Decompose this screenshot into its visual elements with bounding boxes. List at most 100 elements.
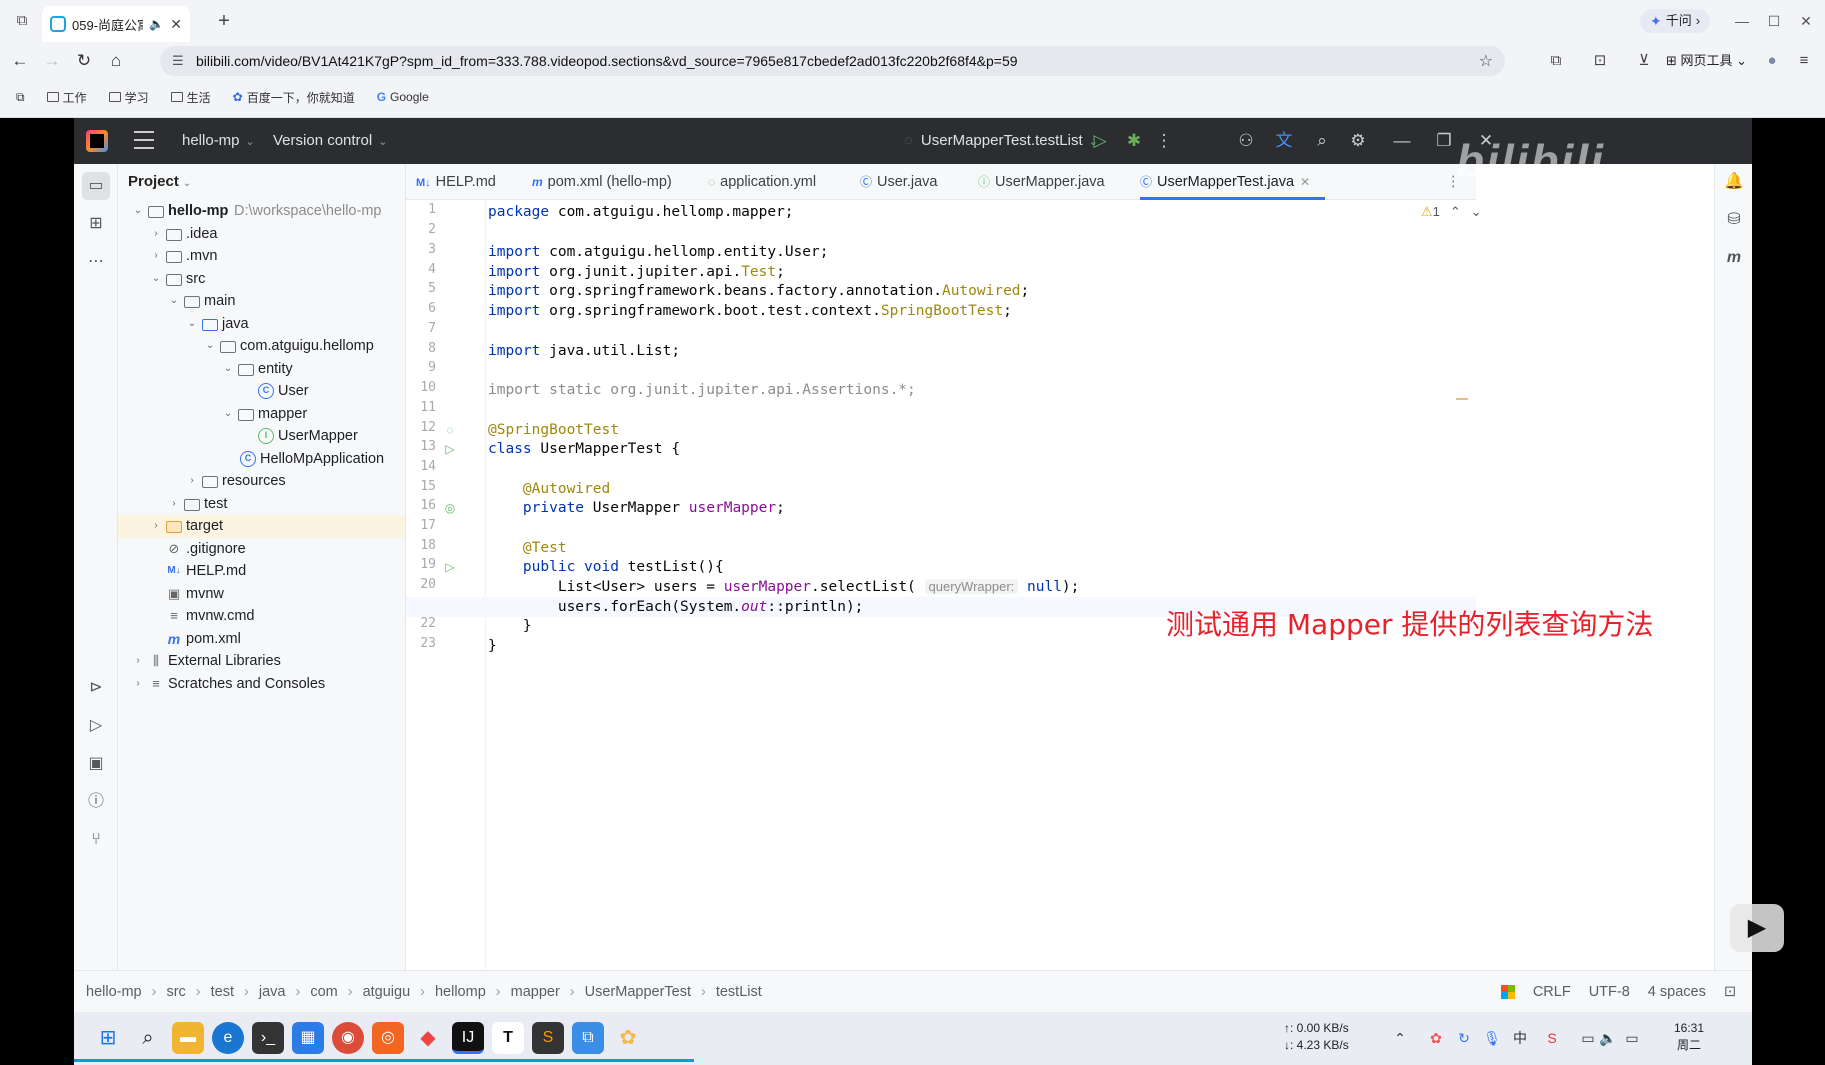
chevron-right-icon[interactable]: › <box>150 245 162 268</box>
bookmark-baidu[interactable]: ✿ 百度一下，你就知道 <box>233 89 355 106</box>
new-tab-button[interactable]: + <box>212 9 236 33</box>
edge-icon[interactable]: e <box>212 1022 244 1054</box>
tab-usermappertest-java[interactable]: Ⓒ UserMapperTest.java ✕ <box>1140 164 1326 200</box>
extensions-icon[interactable]: ⧉ <box>1544 49 1568 73</box>
url-text[interactable]: bilibili.com/video/BV1At421K7gP?spm_id_f… <box>196 53 1479 69</box>
typora-icon[interactable]: T <box>492 1022 524 1054</box>
chevron-down-icon[interactable]: ⌄ <box>222 403 234 426</box>
bookmark-google[interactable]: G Google <box>377 90 429 104</box>
breadcrumb-item[interactable]: src <box>166 984 185 1000</box>
home-icon[interactable]: ⌂ <box>104 49 128 73</box>
paw-app-icon[interactable]: ✿ <box>612 1022 644 1054</box>
version-control-menu[interactable]: Version control ⌄ <box>273 118 387 164</box>
breadcrumb-item[interactable]: com <box>310 984 337 1000</box>
breadcrumb-item[interactable]: mapper <box>511 984 560 1000</box>
browser-tab-active[interactable]: 059-尚庭公寓 🔈 ✕ <box>42 6 190 42</box>
main-menu-icon[interactable] <box>134 131 154 149</box>
bookmarks-manager-icon[interactable]: ⧉ <box>16 90 25 105</box>
more-actions-icon[interactable]: ⋮ <box>1152 129 1176 153</box>
reload-icon[interactable]: ↻ <box>72 49 96 73</box>
chevron-down-icon[interactable]: ⌄ <box>150 268 162 291</box>
project-switcher[interactable]: hello-mp ⌄ <box>182 118 255 164</box>
video-player[interactable]: hello-mp ⌄ Version control ⌄ ◌ UserMapperTe… <box>0 118 1825 1065</box>
address-bar[interactable]: ☰ bilibili.com/video/BV1At421K7gP?spm_id… <box>160 46 1505 76</box>
chevron-down-icon[interactable]: ⌄ <box>1471 204 1482 219</box>
qianwen-ai-button[interactable]: ✦ 千问 › <box>1640 9 1711 33</box>
tab-help-md[interactable]: M↓ HELP.md <box>416 164 496 200</box>
store-icon[interactable]: ▦ <box>292 1022 324 1054</box>
terminal-icon[interactable]: ▣ <box>82 750 110 778</box>
breadcrumb-item[interactable]: java <box>259 984 286 1000</box>
forward-icon[interactable]: → <box>40 49 64 73</box>
tree-item-java[interactable]: ⌄ java <box>118 313 405 336</box>
tree-item-mvnw-cmd[interactable]: ≡ mvnw.cmd <box>118 605 405 628</box>
chevron-right-icon[interactable]: › <box>132 650 144 673</box>
run-config-selector[interactable]: ◌ UserMapperTest.testList ⌄ <box>904 118 1098 164</box>
chrome-icon[interactable]: ◉ <box>332 1022 364 1054</box>
tree-item-pom[interactable]: m pom.xml <box>118 628 405 651</box>
tree-item-package[interactable]: ⌄ com.atguigu.hellomp <box>118 335 405 358</box>
start-icon[interactable]: ⊞ <box>92 1022 124 1054</box>
sublime-icon[interactable]: S <box>532 1022 564 1054</box>
web-tools-menu[interactable]: ⊞ 网页工具 ⌄ <box>1666 49 1747 73</box>
run-tool-icon[interactable]: ▷ <box>82 712 110 740</box>
services-icon[interactable]: ⊳ <box>82 674 110 702</box>
maximize-icon[interactable]: ☐ <box>1762 9 1786 33</box>
tree-item-mvnw[interactable]: ▣ mvnw <box>118 583 405 606</box>
code-with-me-icon[interactable]: ⚇ <box>1234 129 1258 153</box>
video-progress-bar[interactable] <box>74 1059 694 1062</box>
chevron-down-icon[interactable]: ⌄ <box>168 290 180 313</box>
chevron-down-icon[interactable]: ⌄ <box>222 358 234 381</box>
tree-item-gitignore[interactable]: ⊘ .gitignore <box>118 538 405 561</box>
tree-item-test[interactable]: › test <box>118 493 405 516</box>
inspection-widget[interactable]: ⚠1 ⌃ ⌄ <box>1421 204 1482 220</box>
code-editor[interactable]: 1234567891011121314151617181920212223◌▷◎… <box>406 200 1653 970</box>
network-icon[interactable]: ▭ <box>1578 1028 1598 1048</box>
close-tab-icon[interactable]: ✕ <box>170 16 182 33</box>
database-icon[interactable]: ⛁ <box>1720 206 1748 234</box>
menu-icon[interactable]: ≡ <box>1792 49 1816 73</box>
file-explorer-icon[interactable]: ▬ <box>172 1022 204 1054</box>
tree-item-resources[interactable]: › resources <box>118 470 405 493</box>
close-window-icon[interactable]: ✕ <box>1794 9 1818 33</box>
tree-item-main[interactable]: ⌄ main <box>118 290 405 313</box>
readonly-lock-icon[interactable]: ⊡ <box>1724 971 1736 1013</box>
tray-chevron-up-icon[interactable]: ⌃ <box>1390 1028 1410 1048</box>
project-panel-header[interactable]: Project ⌄ <box>118 164 405 200</box>
breadcrumb-item[interactable]: testList <box>716 984 762 1000</box>
clock[interactable]: 16:31 周二 <box>1674 1020 1704 1054</box>
speaker-icon[interactable]: 🔈 <box>149 17 164 31</box>
play-button[interactable]: ▶ <box>1730 904 1784 952</box>
chevron-right-icon[interactable]: › <box>150 515 162 538</box>
run-icon[interactable]: ▷ <box>1088 129 1112 153</box>
bookmark-star-icon[interactable]: ☆ <box>1479 51 1493 71</box>
terminal-app-icon[interactable]: ›_ <box>252 1022 284 1054</box>
indent-widget[interactable]: 4 spaces <box>1648 971 1706 1013</box>
tab-user-java[interactable]: Ⓒ User.java <box>860 164 937 200</box>
tray-app-icon[interactable]: ✿ <box>1426 1028 1446 1048</box>
virtual-machine-icon[interactable]: ⧉ <box>572 1022 604 1054</box>
tree-item-user[interactable]: C User <box>118 380 405 403</box>
translate-icon[interactable]: 文 <box>1272 129 1296 153</box>
kite-icon[interactable]: ◆ <box>412 1022 444 1054</box>
warning-stripe-marker[interactable] <box>1456 398 1468 400</box>
tab-application-yml[interactable]: ◌ application.yml <box>708 164 816 200</box>
sogou-icon[interactable]: S <box>1542 1028 1562 1048</box>
bookmark-study[interactable]: 学习 <box>108 89 149 106</box>
breadcrumb-item[interactable]: atguigu <box>363 984 411 1000</box>
maven-tool-icon[interactable]: m <box>1720 244 1748 272</box>
chevron-right-icon[interactable]: › <box>186 470 198 493</box>
chevron-right-icon[interactable]: › <box>168 493 180 516</box>
minimize-icon[interactable]: — <box>1730 9 1754 33</box>
tree-item-scratches[interactable]: › ≡ Scratches and Consoles <box>118 673 405 696</box>
mic-icon[interactable]: 🎙 <box>1482 1028 1502 1048</box>
bookmark-life[interactable]: 生活 <box>170 89 211 106</box>
chevron-right-icon[interactable]: › <box>132 673 144 696</box>
structure-tool-icon[interactable]: ⊞ <box>82 210 110 238</box>
project-tool-icon[interactable]: ▭ <box>82 172 110 200</box>
run-test-class-icon[interactable]: ▷ <box>442 441 458 457</box>
chevron-down-icon[interactable]: ⌄ <box>132 200 144 223</box>
chevron-down-icon[interactable]: ⌄ <box>204 335 216 358</box>
tree-item-usermapper[interactable]: I UserMapper <box>118 425 405 448</box>
chevron-down-icon[interactable]: ⌄ <box>186 313 198 336</box>
